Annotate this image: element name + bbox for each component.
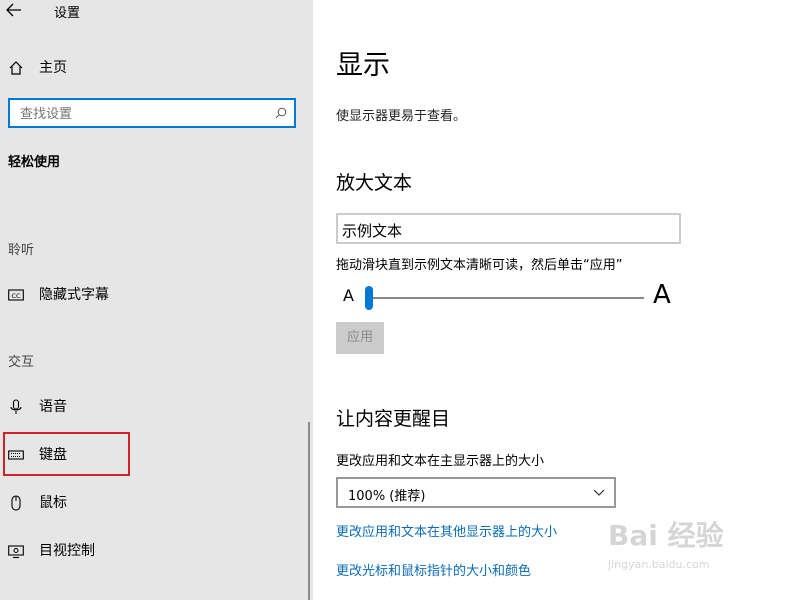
watermark-url: jingyan.baidu.com [608,558,710,571]
sidebar: 设置 主页 轻松使用 聆听 CC 隐藏式字幕 交互 语音 [0,0,313,600]
search-icon[interactable] [275,107,287,119]
back-button[interactable] [6,2,28,20]
section-title-hearing: 聆听 [8,243,35,258]
home-icon [9,61,23,75]
sample-text-box: 示例文本 [336,213,681,244]
category-title: 轻松使用 [8,155,61,170]
eye-control-icon [8,545,24,559]
sidebar-item-label: 主页 [39,60,67,76]
main-panel: 显示 使显示器更易于查看。 放大文本 示例文本 拖动滑块直到示例文本清晰可读，然… [313,0,796,600]
watermark-brand: Bai 经验 [608,519,724,552]
highlight-box [3,432,130,476]
sidebar-item-captions[interactable]: CC 隐藏式字幕 [0,275,300,315]
size-label: 更改应用和文本在主显示器上的大小 [336,454,545,469]
window-title: 设置 [54,6,81,21]
slider-instruction: 拖动滑块直到示例文本清晰可读，然后单击“应用” [336,258,623,273]
closed-captions-icon: CC [8,289,24,301]
sidebar-scrollbar[interactable] [308,422,310,600]
apply-button[interactable]: 应用 [336,322,384,354]
link-other-displays[interactable]: 更改应用和文本在其他显示器上的大小 [336,521,557,540]
sidebar-item-label: 鼠标 [39,495,67,511]
enlarge-text-heading: 放大文本 [336,172,413,194]
chevron-down-icon [593,489,605,496]
link-cursor-size[interactable]: 更改光标和鼠标指针的大小和颜色 [336,560,531,579]
search-input[interactable] [18,104,262,124]
page-description: 使显示器更易于查看。 [336,109,467,124]
slider-min-label: A [343,286,354,305]
make-bigger-heading: 让内容更醒目 [336,408,451,430]
sidebar-item-home[interactable]: 主页 [0,48,300,88]
svg-text:CC: CC [11,292,21,300]
sidebar-item-label: 隐藏式字幕 [39,287,109,303]
text-size-slider[interactable] [367,297,644,299]
page-title: 显示 [336,50,390,81]
sidebar-item-speech[interactable]: 语音 [0,387,300,427]
mouse-icon [11,495,21,511]
microphone-icon [10,399,22,414]
back-arrow-icon [6,3,21,17]
sidebar-item-label: 目视控制 [39,543,95,559]
search-box[interactable] [8,98,296,128]
slider-max-label: A [653,280,671,310]
sidebar-item-label: 语音 [39,399,67,415]
sidebar-item-mouse[interactable]: 鼠标 [0,483,300,523]
watermark: Bai 经验 jingyan.baidu.com [608,514,758,584]
section-title-interaction: 交互 [8,355,35,370]
sidebar-item-eye-control[interactable]: 目视控制 [0,531,300,571]
size-dropdown[interactable]: 100% (推荐) [336,477,616,508]
size-dropdown-value: 100% (推荐) [348,489,426,504]
text-size-slider-thumb[interactable] [365,286,373,310]
sample-text: 示例文本 [342,222,403,240]
